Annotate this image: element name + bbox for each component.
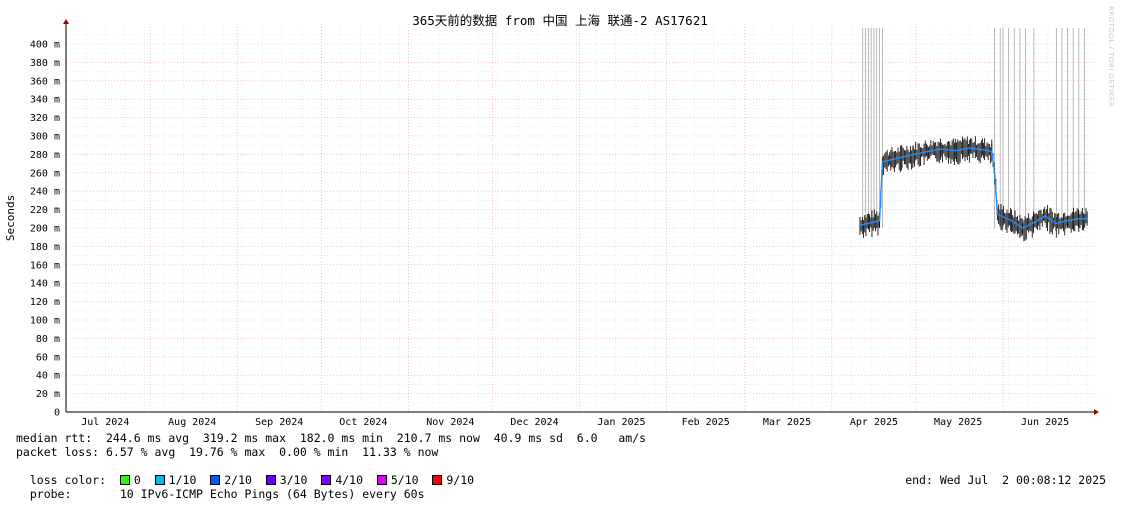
y-tick-label: 240 m <box>30 187 60 198</box>
y-tick-label: 320 m <box>30 113 60 124</box>
y-tick-label: 340 m <box>30 95 60 106</box>
y-tick-label: 140 m <box>30 279 60 290</box>
y-tick-label: 300 m <box>30 132 60 143</box>
x-tick-label: Apr 2025 <box>850 417 898 428</box>
x-tick-label: Jul 2024 <box>81 417 129 428</box>
y-tick-label: 120 m <box>30 297 60 308</box>
chart-title: 365天前的数据 from 中国 上海 联通-2 AS17621 <box>412 13 708 28</box>
rtt-series <box>859 136 1088 242</box>
y-axis-label: Seconds <box>4 195 17 241</box>
x-tick-label: May 2025 <box>934 417 982 428</box>
y-tick-label: 400 m <box>30 40 60 51</box>
x-tick-label: Mar 2025 <box>763 417 811 428</box>
x-axis-ticks: Jul 2024 Aug 2024 Sep 2024 Oct 2024 Nov 2024… <box>81 417 1069 428</box>
y-tick-label: 200 m <box>30 224 60 235</box>
latency-chart: 365天前的数据 from 中国 上海 联通-2 AS17621 Seconds… <box>4 6 1115 428</box>
probe-label: probe: <box>29 487 72 501</box>
y-tick-label: 280 m <box>30 150 60 161</box>
y-tick-label: 160 m <box>30 260 60 271</box>
legend-probe: probe: 10 IPv6-ICMP Echo Pings (64 Bytes… <box>16 473 1106 515</box>
x-tick-label: Jun 2025 <box>1021 417 1069 428</box>
x-tick-label: Dec 2024 <box>510 417 558 428</box>
y-tick-label: 80 m <box>36 334 60 345</box>
probe-value: 10 IPv6-ICMP Echo Pings (64 Bytes) every… <box>119 487 425 501</box>
x-tick-label: Aug 2024 <box>168 417 216 428</box>
x-tick-label: Feb 2025 <box>682 417 730 428</box>
y-tick-label: 220 m <box>30 205 60 216</box>
x-tick-label: Sep 2024 <box>255 417 303 428</box>
y-tick-label: 360 m <box>30 76 60 87</box>
y-tick-label: 0 <box>54 408 60 419</box>
loss-markers <box>862 28 1085 228</box>
y-tick-label: 180 m <box>30 242 60 253</box>
legend-median-rtt: median rtt: 244.6 ms avg 319.2 ms max 18… <box>16 431 647 445</box>
x-tick-label: Nov 2024 <box>426 417 474 428</box>
x-tick-label: Oct 2024 <box>339 417 387 428</box>
y-axis-ticks: 0 20 m 40 m 60 m 80 m 100 m 120 m 140 m 160 m 180… <box>30 40 60 419</box>
rrdtool-watermark: RRDTOOL / TOBI OETIKER <box>1107 6 1115 107</box>
y-tick-label: 260 m <box>30 168 60 179</box>
y-tick-label: 40 m <box>36 371 60 382</box>
axes <box>63 19 1099 415</box>
end-time: end: Wed Jul 2 00:08:12 2025 <box>905 473 1106 487</box>
y-tick-label: 60 m <box>36 352 60 363</box>
x-tick-label: Jan 2025 <box>597 417 645 428</box>
y-tick-label: 100 m <box>30 316 60 327</box>
y-tick-label: 20 m <box>36 389 60 400</box>
legend-packet-loss: packet loss: 6.57 % avg 19.76 % max 0.00… <box>16 445 439 459</box>
y-tick-label: 380 m <box>30 58 60 69</box>
grid-lines <box>65 24 1094 413</box>
